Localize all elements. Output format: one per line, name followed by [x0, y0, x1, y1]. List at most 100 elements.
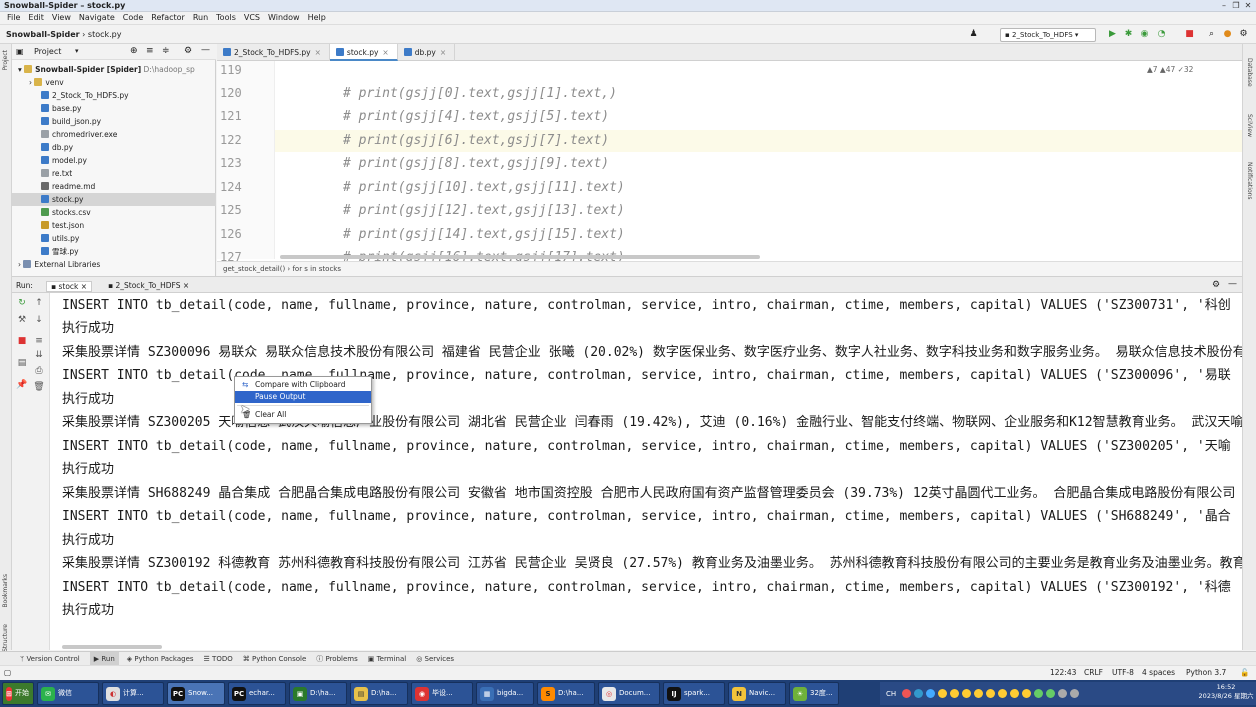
soft-wrap-icon[interactable]: ≡: [32, 335, 46, 347]
tray-volume-icon[interactable]: [1058, 689, 1068, 698]
indent-setting[interactable]: 4 spaces: [1142, 666, 1175, 680]
task-terminal[interactable]: ▣ D:\ha...: [289, 682, 347, 705]
gear-icon[interactable]: ⚙: [184, 46, 192, 56]
tray-qq-icon[interactable]: [1010, 689, 1020, 698]
expand-icon[interactable]: ≑: [162, 46, 170, 56]
sciview-tool-button[interactable]: SciView: [1246, 114, 1253, 137]
pin-icon[interactable]: 📌: [15, 379, 29, 391]
tray-qq-icon[interactable]: [962, 689, 972, 698]
close-icon[interactable]: ×: [440, 48, 446, 57]
code-line[interactable]: # print(gsjj[12].text,gsjj[13].text): [343, 203, 625, 218]
user-icon[interactable]: ♟: [968, 29, 979, 40]
search-icon[interactable]: ⌕: [1206, 29, 1217, 40]
tray-qq-icon[interactable]: [974, 689, 984, 698]
tray-cloud-icon[interactable]: [926, 689, 936, 698]
task-calculator[interactable]: ◐ 计算...: [102, 682, 164, 705]
task-sublime[interactable]: S D:\ha...: [537, 682, 595, 705]
menu-edit[interactable]: Edit: [24, 12, 48, 24]
run-tab-2-stock-to-hdfs[interactable]: ▪ 2_Stock_To_HDFS ×: [108, 281, 189, 290]
compare-with-clipboard-item[interactable]: ⇆ Compare with Clipboard: [235, 379, 371, 391]
tree-item-file[interactable]: build_json.py: [12, 115, 216, 128]
tray-qq-icon[interactable]: [998, 689, 1008, 698]
profile-icon[interactable]: ◔: [1156, 29, 1167, 40]
tree-item-file[interactable]: db.py: [12, 141, 216, 154]
tool-run[interactable]: ▶ Run: [89, 652, 119, 665]
taskbar-clock[interactable]: 16:52 2023/8/26 星期六: [1198, 683, 1254, 701]
code-line[interactable]: # print(gsjj[8].text,gsjj[9].text): [343, 156, 609, 171]
task-wechat[interactable]: ✉ 微信: [37, 682, 99, 705]
print-icon[interactable]: ⎙: [32, 365, 46, 377]
input-language[interactable]: CH: [886, 690, 896, 698]
caret-position[interactable]: 122:43: [1050, 666, 1076, 680]
chevron-down-icon[interactable]: ▾: [75, 47, 79, 55]
notifications-tool-button[interactable]: Notifications: [1246, 162, 1253, 200]
horizontal-scrollbar[interactable]: [280, 255, 760, 259]
down-icon[interactable]: ↓: [32, 314, 46, 326]
tree-item-file[interactable]: model.py: [12, 154, 216, 167]
tool-version-control[interactable]: ᛘ Version Control: [20, 652, 90, 665]
scroll-to-end-icon[interactable]: ⇊: [32, 349, 46, 361]
layout-icon[interactable]: ▤: [15, 357, 29, 369]
close-button[interactable]: ✕: [1242, 1, 1254, 11]
tab-stock[interactable]: stock.py ×: [329, 44, 398, 61]
inspection-widget[interactable]: ▲7 ▲47 ✓32: [1147, 65, 1193, 74]
menu-navigate[interactable]: Navigate: [75, 12, 119, 24]
breadcrumb-project[interactable]: Snowball-Spider: [6, 30, 80, 39]
tray-qq-icon[interactable]: [986, 689, 996, 698]
code-line[interactable]: # print(gsjj[0].text,gsjj[1].text,): [343, 86, 617, 101]
tool-terminal[interactable]: ▣ Terminal: [368, 652, 416, 665]
tree-item-file[interactable]: 2_Stock_To_HDFS.py: [12, 89, 216, 102]
stop-icon[interactable]: ■: [1184, 29, 1195, 40]
minimize-button[interactable]: –: [1218, 1, 1230, 11]
structure-tool-button[interactable]: Structure: [2, 624, 9, 652]
code-line[interactable]: # print(gsjj[14].text,gsjj[15].text): [343, 227, 625, 242]
line-separator[interactable]: CRLF: [1084, 666, 1103, 680]
project-tool-button[interactable]: Project: [2, 50, 9, 71]
tree-item-file[interactable]: test.json: [12, 219, 216, 232]
update-icon[interactable]: ●: [1222, 29, 1233, 40]
hide-icon[interactable]: —: [1228, 279, 1237, 289]
rerun-icon[interactable]: ↻: [15, 297, 29, 309]
bookmarks-tool-button[interactable]: Bookmarks: [2, 574, 9, 608]
task-bigdata[interactable]: ▦ bigda...: [476, 682, 534, 705]
task-explorer[interactable]: ▤ D:\ha...: [350, 682, 408, 705]
start-button[interactable]: ⊞ 开始: [2, 682, 34, 705]
code-line[interactable]: # print(gsjj[4].text,gsjj[5].text): [343, 109, 609, 124]
maximize-button[interactable]: ❐: [1230, 1, 1242, 11]
tray-network-icon[interactable]: [1034, 689, 1044, 698]
menu-file[interactable]: File: [3, 12, 24, 24]
tree-item-file[interactable]: base.py: [12, 102, 216, 115]
gear-icon[interactable]: ⚙: [1212, 280, 1220, 290]
run-tab-stock[interactable]: ▪ stock ×: [46, 281, 93, 292]
console-horizontal-scrollbar[interactable]: [62, 645, 162, 649]
trash-icon[interactable]: 🗑: [32, 381, 46, 393]
collapse-icon[interactable]: ≡: [146, 46, 154, 56]
tray-app-icon[interactable]: [1046, 689, 1056, 698]
menu-view[interactable]: View: [48, 12, 75, 24]
menu-help[interactable]: Help: [304, 12, 330, 24]
run-config-select[interactable]: ▪ 2_Stock_To_HDFS ▾: [1000, 28, 1096, 42]
close-icon[interactable]: ×: [382, 48, 388, 57]
pause-output-item[interactable]: Pause Output: [235, 391, 371, 403]
up-icon[interactable]: ↑: [32, 297, 46, 309]
tray-shield-icon[interactable]: [914, 689, 924, 698]
interpreter[interactable]: Python 3.7: [1186, 666, 1226, 680]
tool-services[interactable]: ◎ Services: [416, 652, 464, 665]
file-encoding[interactable]: UTF-8: [1112, 666, 1134, 680]
settings-icon[interactable]: ⚙: [1238, 29, 1249, 40]
project-view-select[interactable]: Project: [34, 47, 61, 56]
breadcrumb-file[interactable]: stock.py: [88, 30, 122, 39]
tray-qq-icon[interactable]: [1022, 689, 1032, 698]
code-line[interactable]: # print(gsjj[10].text,gsjj[11].text): [343, 180, 625, 195]
menu-refactor[interactable]: Refactor: [147, 12, 189, 24]
tray-qq-icon[interactable]: [950, 689, 960, 698]
tray-sogou-icon[interactable]: [902, 689, 912, 698]
editor-breadcrumb[interactable]: get_stock_detail() › for s in stocks: [217, 261, 1242, 276]
tool-problems[interactable]: ⓘ Problems: [316, 652, 368, 665]
task-chrome[interactable]: ◎ Docum...: [598, 682, 660, 705]
tree-item-file[interactable]: 雪球.py: [12, 245, 216, 258]
tree-item-file[interactable]: re.txt: [12, 167, 216, 180]
wrench-icon[interactable]: ⚒: [15, 314, 29, 326]
task-navicat[interactable]: N Navic...: [728, 682, 786, 705]
task-pycharm-echarts[interactable]: PC echar...: [228, 682, 286, 705]
